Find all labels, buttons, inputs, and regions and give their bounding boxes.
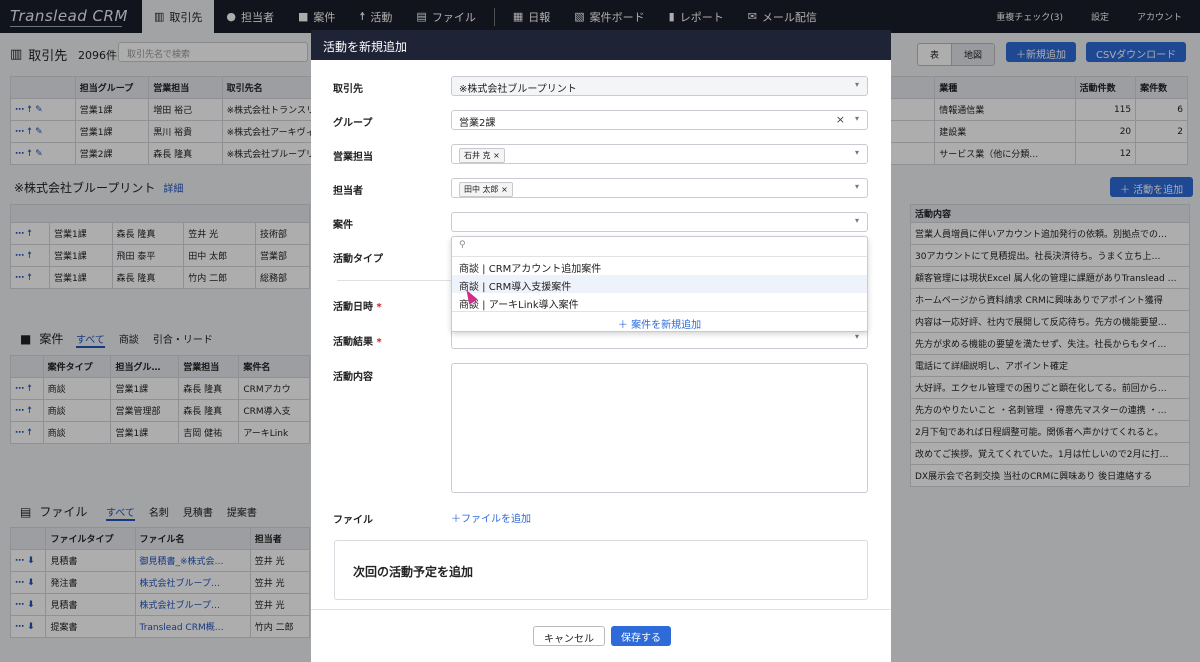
group-select[interactable]: 営業2課 × ▾ <box>451 110 868 130</box>
chevron-down-icon: ▾ <box>854 216 859 225</box>
search-icon: ⚲ <box>459 240 466 250</box>
save-button[interactable]: 保存する <box>611 626 671 646</box>
label-datetime: 活動日時 * <box>333 298 382 313</box>
chevron-down-icon: ▾ <box>854 114 859 123</box>
required-mark: * <box>376 337 382 348</box>
dropdown-search[interactable]: ⚲ <box>452 237 867 257</box>
next-plan-panel[interactable]: 次回の活動予定を追加 <box>334 540 868 600</box>
label-deal: 案件 <box>333 220 353 231</box>
label-group: グループ <box>333 118 373 129</box>
tag-label: 石井 克 <box>464 151 491 160</box>
client-value: ※株式会社ブループリント <box>459 84 577 95</box>
result-select[interactable]: ▾ <box>451 329 868 349</box>
tag-remove-icon[interactable]: × <box>493 151 500 160</box>
label-contact: 担当者 <box>333 186 363 197</box>
sales-select[interactable]: 石井 克 × ▾ <box>451 144 868 164</box>
modal-title: 活動を新規追加 <box>311 30 891 60</box>
cancel-button[interactable]: キャンセル <box>533 626 605 646</box>
client-select[interactable]: ※株式会社ブループリント ▾ <box>451 76 868 96</box>
next-plan-title: 次回の活動予定を追加 <box>353 565 474 579</box>
label-sales: 営業担当 <box>333 152 373 163</box>
label-activity-type: 活動タイプ <box>333 254 383 265</box>
tag-remove-icon[interactable]: × <box>501 185 508 194</box>
required-mark: * <box>376 302 382 313</box>
content-textarea[interactable] <box>451 363 868 493</box>
label-text: 活動日時 <box>333 302 373 313</box>
deal-option-highlighted[interactable]: 商談 | CRM導入支援案件 <box>452 275 867 293</box>
deal-select[interactable]: ▾ <box>451 212 868 232</box>
add-file-link[interactable]: ＋ファイルを追加 <box>451 510 531 525</box>
sales-tag[interactable]: 石井 克 × <box>459 148 505 163</box>
chevron-down-icon: ▾ <box>854 182 859 191</box>
deal-option[interactable]: 商談 | CRMアカウント追加案件 <box>452 257 867 275</box>
deal-option[interactable]: 商談 | アーキLink導入案件 <box>452 293 867 311</box>
modal-footer: キャンセル 保存する <box>311 609 891 662</box>
chevron-down-icon: ▾ <box>854 332 859 341</box>
label-content: 活動内容 <box>333 372 373 383</box>
group-value: 営業2課 <box>459 118 496 129</box>
add-deal-link[interactable]: ＋ 案件を新規追加 <box>452 311 867 331</box>
divider <box>337 280 452 281</box>
clear-icon[interactable]: × <box>836 113 845 126</box>
contact-select[interactable]: 田中 太郎 × ▾ <box>451 178 868 198</box>
label-file: ファイル <box>333 515 373 526</box>
label-text: 活動結果 <box>333 337 373 348</box>
tag-label: 田中 太郎 <box>464 185 499 194</box>
add-activity-modal: 活動を新規追加 取引先 ※株式会社ブループリント ▾ グループ 営業2課 × ▾… <box>311 30 891 662</box>
contact-tag[interactable]: 田中 太郎 × <box>459 182 513 197</box>
deal-dropdown: ⚲ 商談 | CRMアカウント追加案件 商談 | CRM導入支援案件 商談 | … <box>451 236 868 332</box>
chevron-down-icon: ▾ <box>854 80 859 89</box>
chevron-down-icon: ▾ <box>854 148 859 157</box>
label-result: 活動結果 * <box>333 333 382 348</box>
label-client: 取引先 <box>333 84 363 95</box>
